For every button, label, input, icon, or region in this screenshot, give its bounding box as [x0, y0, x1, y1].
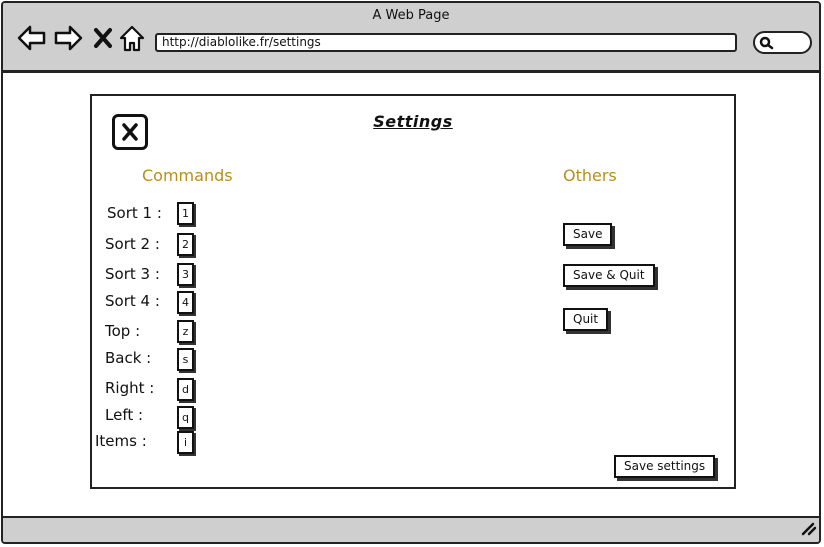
command-label-top: Top :: [105, 322, 141, 340]
command-label-sort-1: Sort 1 :: [107, 204, 162, 222]
key-input-sort-4[interactable]: 4: [177, 291, 194, 314]
home-icon[interactable]: [119, 25, 145, 57]
settings-title: Settings: [373, 112, 453, 131]
key-input-right[interactable]: d: [177, 378, 194, 401]
key-input-sort-1[interactable]: 1: [177, 202, 194, 225]
command-label-sort-3: Sort 3 :: [105, 265, 160, 283]
command-label-items: Items :: [95, 432, 147, 450]
back-arrow-icon[interactable]: [17, 25, 47, 55]
search-icon: [759, 36, 774, 50]
close-x-icon[interactable]: [93, 27, 113, 53]
key-input-sort-2[interactable]: 2: [177, 233, 194, 256]
quit-button[interactable]: Quit: [563, 308, 609, 331]
browser-window: A Web Page http://diablolike.fr/settings…: [1, 1, 821, 544]
settings-panel: Settings Commands Others Sort 1 : 1 Sort…: [90, 94, 736, 489]
command-label-sort-2: Sort 2 :: [105, 235, 160, 253]
commands-heading: Commands: [142, 166, 233, 185]
command-label-back: Back :: [105, 349, 152, 367]
search-field[interactable]: [753, 31, 812, 54]
key-input-top[interactable]: z: [177, 320, 194, 343]
key-input-items[interactable]: i: [177, 431, 194, 454]
window-title: A Web Page: [372, 8, 450, 23]
status-bar: [3, 516, 819, 542]
command-label-left: Left :: [105, 406, 144, 424]
url-input[interactable]: http://diablolike.fr/settings: [155, 33, 737, 52]
key-input-sort-3[interactable]: 3: [177, 263, 194, 286]
command-label-right: Right :: [105, 379, 155, 397]
key-input-back[interactable]: s: [177, 348, 194, 371]
others-heading: Others: [563, 166, 617, 185]
key-input-left[interactable]: q: [177, 406, 194, 429]
forward-arrow-icon[interactable]: [53, 25, 83, 55]
save-button[interactable]: Save: [563, 223, 613, 246]
browser-toolbar: A Web Page http://diablolike.fr/settings: [3, 3, 819, 73]
save-settings-button[interactable]: Save settings: [614, 455, 716, 478]
command-label-sort-4: Sort 4 :: [105, 292, 160, 310]
save-and-quit-button[interactable]: Save & Quit: [563, 264, 655, 287]
resize-grip-icon[interactable]: [799, 520, 817, 540]
